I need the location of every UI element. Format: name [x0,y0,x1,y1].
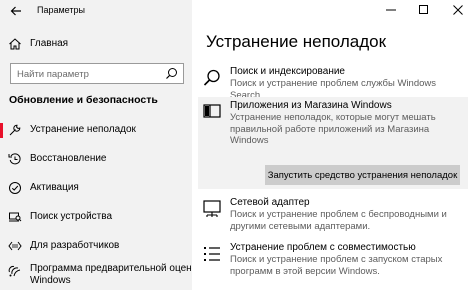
sidebar-item-developers[interactable]: Для разработчиков [0,234,192,258]
troubleshooter-description: Поиск и устранение проблем с запуском ст… [230,254,443,277]
troubleshooter-name: Сетевой адаптер [230,197,310,208]
sidebar-item-activation[interactable]: Активация [0,176,192,200]
troubleshooter-description: Поиск и устранение проблем с беспроводны… [230,209,447,232]
search-input[interactable] [17,67,157,81]
sidebar-item-label: Поиск устройства [30,211,113,222]
sidebar-item-label: Устранение неполадок [30,124,136,135]
troubleshooter-description: Устранение неполадок, которые могут меша… [230,112,436,146]
sidebar-item-label: Программа предварительной оценки Windows [30,263,202,287]
search-icon [202,68,222,88]
run-troubleshooter-button[interactable]: Запустить средство устранения неполадок [265,165,460,185]
troubleshooter-name: Поиск и индексирование [230,66,345,77]
activation-check-icon [8,181,22,195]
sidebar-home-label: Главная [30,38,69,49]
troubleshooter-name: Приложения из Магазина Windows [230,100,392,111]
sidebar-item-recovery[interactable]: Восстановление [0,147,192,171]
sidebar-item-label-line1: Программа предварительной оценки [30,263,202,274]
network-adapter-icon [202,199,222,219]
troubleshooter-name: Устранение проблем с совместимостью [230,242,416,253]
store-app-icon [202,101,222,121]
minimize-icon[interactable] [384,3,398,17]
sidebar-section-title: Обновление и безопасность [9,94,158,106]
troubleshooter-item-expanded[interactable]: Приложения из Магазина Windows Устранени… [198,97,468,189]
sidebar: Параметры Главная Обновление и безопасно… [0,0,202,290]
main-content: Устранение неполадок Поиск и индексирова… [192,0,474,290]
insider-icon [8,264,22,278]
maximize-icon[interactable] [417,3,431,17]
compatibility-icon [202,244,222,264]
sidebar-item-troubleshoot[interactable]: Устранение неполадок [0,118,192,142]
sidebar-item-label: Активация [30,182,79,193]
search-icon[interactable] [165,67,178,80]
sidebar-item-insider[interactable]: Программа предварительной оценки Windows [0,259,202,289]
sidebar-item-label: Для разработчиков [30,240,120,251]
troubleshooter-item[interactable]: Сетевой адаптер Поиск и устранение пробл… [198,197,468,233]
page-title: Устранение неполадок [206,32,387,51]
window-title: Параметры [37,5,85,15]
home-icon [8,37,22,51]
sidebar-item-find-device[interactable]: Поиск устройства [0,205,192,229]
window-controls [364,0,474,22]
sidebar-item-label: Восстановление [30,153,107,164]
wrench-icon [8,123,22,137]
developer-icon [8,239,22,253]
recovery-icon [8,152,22,166]
back-arrow-icon[interactable] [9,4,23,18]
troubleshooter-item[interactable]: Устранение проблем с совместимостью Поис… [198,242,468,282]
find-device-icon [8,210,22,224]
troubleshooter-item[interactable]: Поиск и индексирование Поиск и устранени… [198,66,468,101]
close-icon[interactable] [451,3,465,17]
active-indicator [0,123,3,138]
sidebar-item-label-line2: Windows [30,275,71,286]
sidebar-item-home[interactable]: Главная [0,33,192,55]
settings-search-box[interactable] [10,63,184,84]
